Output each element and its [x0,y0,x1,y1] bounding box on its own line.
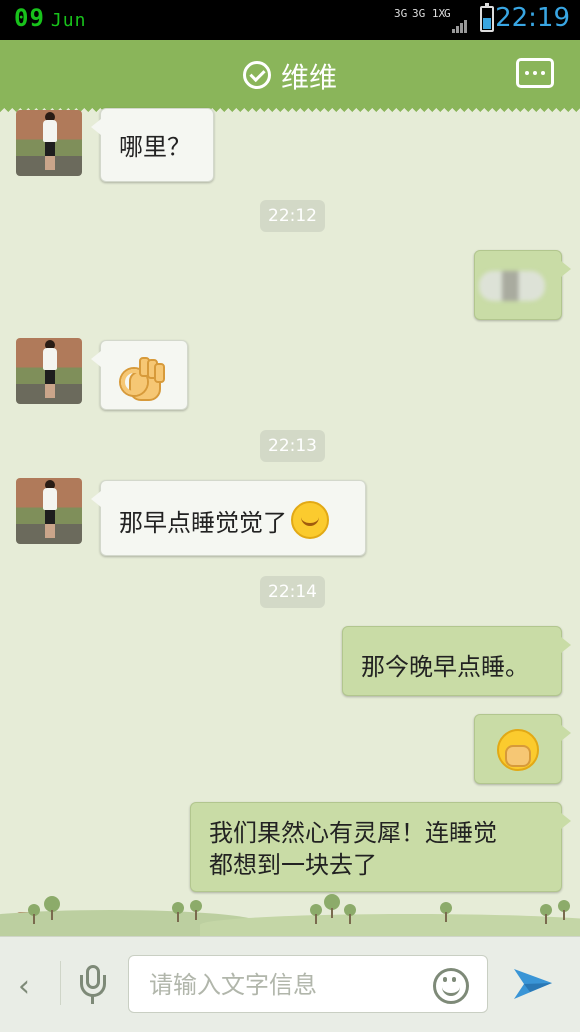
collapse-button[interactable]: ‹ [18,969,30,1004]
message-text-line: 都想到一块去了 [209,851,377,879]
divider [60,961,61,1005]
message-bubble-in[interactable]: 哪里？ [91,108,214,182]
timestamp: 22:12 [260,200,325,232]
timestamp: 22:14 [260,576,325,608]
network-3g-label: 3G [394,7,408,20]
message-input-box[interactable] [128,955,488,1013]
contact-avatar[interactable] [16,912,82,936]
message-bubble-out-emoji[interactable] [474,714,571,784]
message-text-content: 那早点睡觉觉了 [119,509,287,537]
message-text: 哪里？ [119,133,191,161]
status-day: 09 [14,4,45,32]
microphone-icon[interactable] [80,965,106,1005]
message-bubble-in-emoji[interactable] [91,340,188,410]
smile-emoji-icon [291,501,329,539]
message-text: 那今晚早点睡。 [361,653,529,681]
message-bubble-in-partial[interactable] [91,914,188,936]
message-text: 那早点睡觉觉了 [119,501,329,539]
blurred-image [479,271,545,301]
network-icons: 3G 3G 1X G [394,6,474,34]
status-date: 09 Jun [14,4,86,32]
message-bubble-out-image[interactable] [474,250,571,320]
network-3g1x-label: 3G 1X [412,7,446,20]
send-icon[interactable] [512,965,554,1003]
message-bubble-in[interactable]: 那早点睡觉觉了 [91,480,366,556]
status-month: Jun [50,10,87,31]
timestamp: 22:13 [260,430,325,462]
signal-icon [452,20,468,33]
contact-avatar[interactable] [16,338,82,404]
chat-area[interactable]: 哪里？ 22:12 22:13 那早点睡觉觉了 22:14 那今晚早点睡。 我们… [0,104,580,936]
emoji-button-icon[interactable] [433,968,469,1004]
chat-header: 维维 [0,40,580,104]
contact-avatar[interactable] [16,478,82,544]
contact-avatar[interactable] [16,110,82,176]
network-g-label: G [444,7,451,20]
shy-emoji-icon [497,729,539,771]
status-time: 22:19 [495,3,570,33]
status-bar: 09 Jun 3G 3G 1X G 22:19 [0,0,580,40]
chat-title-wrap: 维维 [0,56,580,96]
message-text-line: 我们果然心有灵犀！连睡觉 [209,819,497,847]
ok-hand-emoji-icon [121,355,165,401]
more-icon[interactable] [516,58,554,88]
check-circle-icon [242,61,271,89]
message-bubble-out[interactable]: 我们果然心有灵犀！连睡觉 都想到一块去了 [190,802,571,892]
message-text: 我们果然心有灵犀！连睡觉 都想到一块去了 [209,817,497,881]
chat-title: 维维 [280,61,337,94]
message-bubble-out[interactable]: 那今晚早点睡。 [342,626,571,696]
battery-icon [480,3,494,32]
message-input[interactable] [147,966,421,1004]
input-bar: ‹ [0,936,580,1032]
